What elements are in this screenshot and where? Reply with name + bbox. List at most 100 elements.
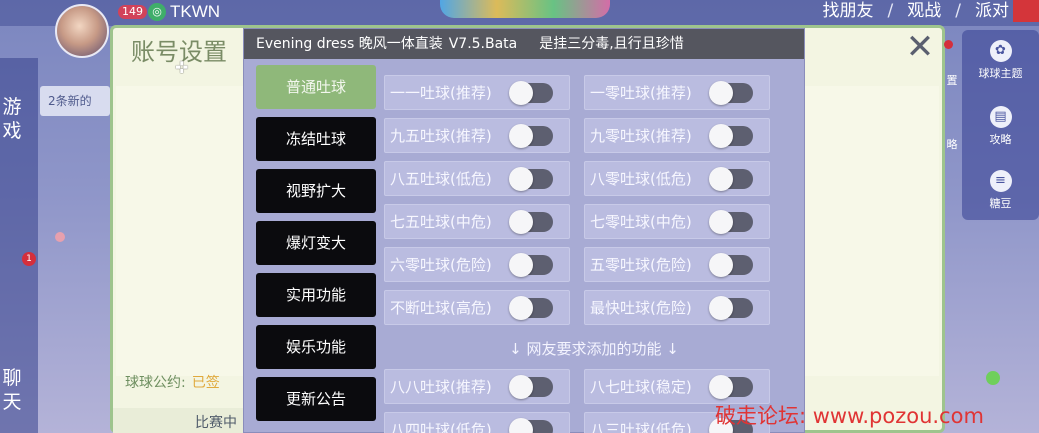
level-badge: 149 bbox=[118, 5, 147, 19]
notification-badge: 1 bbox=[22, 252, 36, 266]
option-toggle-row[interactable]: 最快吐球(危险) bbox=[584, 290, 770, 325]
category-button-freeze-spit[interactable]: 冻结吐球 bbox=[256, 117, 376, 161]
toggle-knob bbox=[509, 124, 533, 148]
sidebar-item-chat[interactable]: 聊 天 bbox=[0, 366, 24, 414]
category-button-light-enlarge[interactable]: 爆灯变大 bbox=[256, 221, 376, 265]
toggle-knob bbox=[709, 296, 733, 320]
pointer-cursor-icon: ✜ bbox=[175, 58, 189, 77]
category-button-normal-spit[interactable]: 普通吐球 bbox=[256, 65, 376, 109]
toggle-knob bbox=[509, 253, 533, 277]
sidebar-item-guide[interactable]: ▤ 攻略 bbox=[962, 106, 1039, 147]
option-toggle-row[interactable]: 不断吐球(高危) bbox=[384, 290, 570, 325]
game-logo bbox=[440, 0, 610, 18]
top-red-tab[interactable] bbox=[1013, 0, 1039, 22]
clan-icon: ◎ bbox=[148, 3, 166, 21]
toggle-switch[interactable] bbox=[509, 167, 553, 191]
announcement-row: 球球公约: 已签 bbox=[125, 372, 220, 392]
mod-menu-window: Evening dress 晚风一体直装 V7.5.Bata 是挂三分毒,且行且珍惜… bbox=[243, 28, 805, 433]
toggle-switch[interactable] bbox=[509, 375, 553, 399]
option-toggle-row[interactable]: 七五吐球(中危) bbox=[384, 204, 570, 239]
toggle-switch[interactable] bbox=[509, 253, 553, 277]
guide-label: 攻略 bbox=[989, 133, 1012, 146]
option-toggle-row[interactable]: 一零吐球(推荐) bbox=[584, 75, 770, 110]
toggle-knob bbox=[709, 210, 733, 234]
separator: / bbox=[955, 1, 961, 21]
mod-menu-slogan: 是挂三分毒,且行且珍惜 bbox=[539, 36, 684, 52]
category-button-view-expand[interactable]: 视野扩大 bbox=[256, 169, 376, 213]
palette-icon: ✿ bbox=[989, 40, 1012, 62]
option-toggle-row[interactable]: 八五吐球(低危) bbox=[384, 161, 570, 196]
announcement-value[interactable]: 已签 bbox=[192, 375, 220, 391]
watermark: 破走论坛: www.pozou.com bbox=[715, 404, 984, 428]
option-toggle-row[interactable]: 八四吐球(低危) bbox=[384, 412, 570, 433]
section-note: ↓ 网友要求添加的功能 ↓ bbox=[509, 340, 679, 358]
toggle-switch[interactable] bbox=[509, 124, 553, 148]
toggle-knob bbox=[509, 375, 533, 399]
toggle-switch[interactable] bbox=[709, 210, 753, 234]
mod-menu-version: V7.5.Bata bbox=[448, 36, 518, 52]
option-toggle-row[interactable]: 五零吐球(危险) bbox=[584, 247, 770, 282]
option-label: 六零吐球(危险) bbox=[390, 256, 492, 274]
decorative-dot bbox=[55, 232, 65, 242]
category-button-fun[interactable]: 娱乐功能 bbox=[256, 325, 376, 369]
toggle-switch[interactable] bbox=[709, 124, 753, 148]
player-name[interactable]: TKWN bbox=[170, 2, 220, 22]
option-label: 八五吐球(低危) bbox=[390, 170, 492, 188]
option-label: 八八吐球(推荐) bbox=[390, 378, 492, 396]
toggle-switch[interactable] bbox=[709, 253, 753, 277]
option-toggle-row[interactable]: 一一吐球(推荐) bbox=[384, 75, 570, 110]
toggle-switch[interactable] bbox=[709, 81, 753, 105]
option-label: 七五吐球(中危) bbox=[390, 213, 492, 231]
category-button-utility[interactable]: 实用功能 bbox=[256, 273, 376, 317]
toggle-knob bbox=[709, 167, 733, 191]
match-label: 比赛中 bbox=[195, 415, 237, 431]
notification-dot bbox=[944, 40, 953, 49]
option-label: 九零吐球(推荐) bbox=[590, 127, 692, 145]
option-toggle-row[interactable]: 七零吐球(中危) bbox=[584, 204, 770, 239]
option-toggle-row[interactable]: 八八吐球(推荐) bbox=[384, 369, 570, 404]
find-friends-link[interactable]: 找朋友 bbox=[823, 0, 874, 22]
sidebar-item-candy[interactable]: ≡ 糖豆 bbox=[962, 170, 1039, 211]
separator: / bbox=[887, 1, 894, 21]
toggle-switch[interactable] bbox=[509, 296, 553, 320]
toggle-switch[interactable] bbox=[509, 81, 553, 105]
book-icon: ▤ bbox=[989, 106, 1012, 128]
match-tab[interactable]: 比赛中 bbox=[113, 408, 263, 433]
sidebar-item-game[interactable]: 游 戏 bbox=[0, 95, 24, 143]
edge-label: 略 bbox=[946, 138, 958, 151]
candy-icon: ≡ bbox=[989, 170, 1012, 192]
option-toggle-row[interactable]: 九零吐球(推荐) bbox=[584, 118, 770, 153]
toggle-switch[interactable] bbox=[509, 418, 553, 433]
candy-label: 糖豆 bbox=[989, 197, 1012, 210]
category-button-announcement[interactable]: 更新公告 bbox=[256, 377, 376, 421]
option-label: 七零吐球(中危) bbox=[590, 213, 692, 231]
option-toggle-row[interactable]: 九五吐球(推荐) bbox=[384, 118, 570, 153]
toggle-switch[interactable] bbox=[709, 167, 753, 191]
close-icon[interactable]: ✕ bbox=[903, 30, 937, 64]
announcement-label: 球球公约: bbox=[125, 375, 186, 391]
toggle-knob bbox=[509, 81, 533, 105]
new-message-notice[interactable]: 2条新的 bbox=[40, 86, 110, 116]
edge-label: 置 bbox=[946, 74, 958, 87]
top-links: 找朋友 / 观战 / 派对 bbox=[823, 0, 1009, 22]
option-toggle-row[interactable]: 八七吐球(稳定) bbox=[584, 369, 770, 404]
toggle-switch[interactable] bbox=[709, 375, 753, 399]
theme-label: 球球主题 bbox=[978, 67, 1023, 80]
spectate-link[interactable]: 观战 bbox=[907, 0, 941, 22]
avatar[interactable] bbox=[55, 4, 109, 58]
option-toggle-row[interactable]: 八零吐球(低危) bbox=[584, 161, 770, 196]
toggle-knob bbox=[709, 375, 733, 399]
mod-menu-title: Evening dress 晚风一体直装 bbox=[256, 36, 443, 52]
sidebar-item-theme[interactable]: ✿ 球球主题 bbox=[962, 40, 1039, 81]
toggle-switch[interactable] bbox=[709, 296, 753, 320]
option-label: 一一吐球(推荐) bbox=[390, 84, 492, 102]
toggle-switch[interactable] bbox=[509, 210, 553, 234]
option-label: 九五吐球(推荐) bbox=[390, 127, 492, 145]
toggle-knob bbox=[709, 81, 733, 105]
toggle-knob bbox=[509, 210, 533, 234]
mod-menu-titlebar[interactable]: Evening dress 晚风一体直装 V7.5.Bata 是挂三分毒,且行且珍惜 bbox=[244, 29, 804, 59]
option-label: 八零吐球(低危) bbox=[590, 170, 692, 188]
option-toggle-row[interactable]: 六零吐球(危险) bbox=[384, 247, 570, 282]
toggle-knob bbox=[709, 253, 733, 277]
party-link[interactable]: 派对 bbox=[975, 0, 1009, 22]
